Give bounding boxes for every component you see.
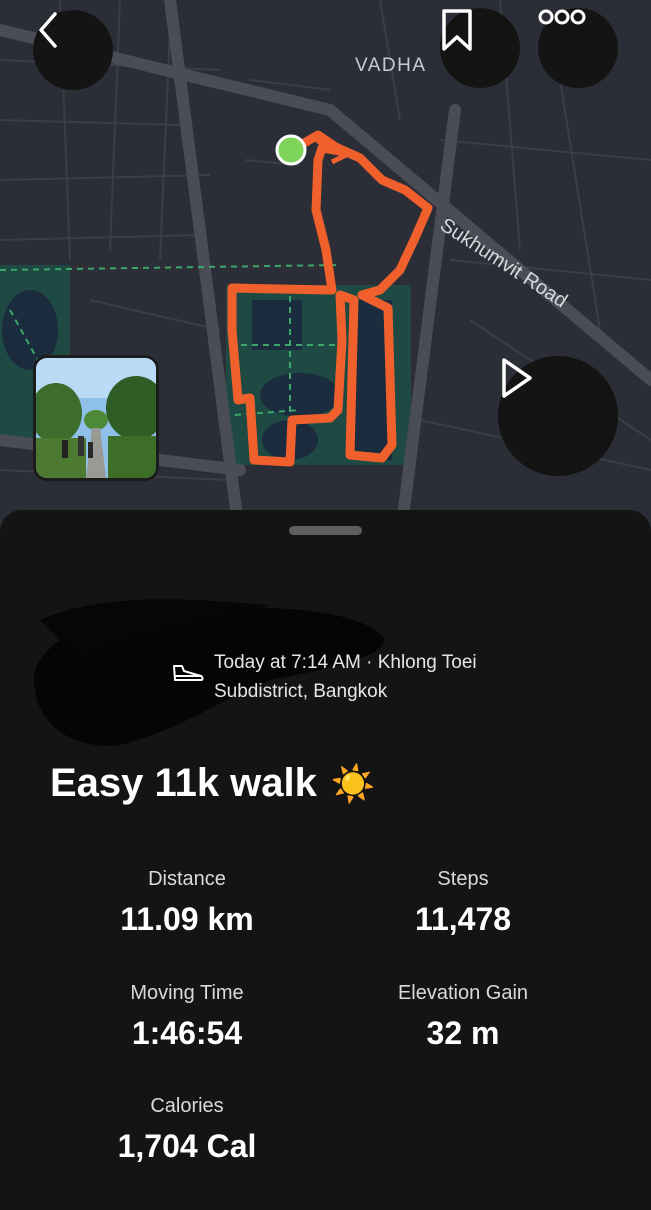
stat-distance-value: 11.09 km xyxy=(120,901,254,937)
stat-elevation-gain: Elevation Gain 32 m xyxy=(323,982,603,1052)
activity-meta: Today at 7:14 AM · Khlong Toei Subdistri… xyxy=(172,648,477,706)
stat-distance-label: Distance xyxy=(148,868,226,890)
activity-photo-thumbnail[interactable] xyxy=(33,355,159,481)
shoe-icon xyxy=(172,662,204,689)
stat-elevation-gain-value: 32 m xyxy=(426,1015,500,1051)
activity-datetime-location: Today at 7:14 AM · Khlong Toei xyxy=(214,652,477,673)
activity-location-continued: Subdistrict, Bangkok xyxy=(214,681,388,702)
more-button[interactable] xyxy=(538,8,618,88)
route-map[interactable]: VADHA Sukhumvit Road xyxy=(0,0,651,540)
sheet-drag-handle[interactable] xyxy=(289,526,362,535)
stat-moving-time: Moving Time 1:46:54 xyxy=(47,982,327,1052)
stat-steps-value: 11,478 xyxy=(414,901,512,937)
stat-steps-label: Steps xyxy=(437,868,489,890)
back-button[interactable] xyxy=(33,10,113,90)
activity-details-sheet: Today at 7:14 AM · Khlong Toei Subdistri… xyxy=(0,510,651,1210)
map-area-label: VADHA xyxy=(355,55,427,76)
route-start-marker xyxy=(275,134,307,166)
stat-distance: Distance 11.09 km xyxy=(47,868,327,938)
stat-calories: Calories 1,704 Cal xyxy=(47,1095,327,1165)
stat-moving-time-value: 1:46:54 xyxy=(131,1015,243,1051)
stat-steps: Steps 11,478 xyxy=(323,868,603,938)
activity-title: Easy 11k walk ☀️ xyxy=(50,761,376,806)
play-flyover-button[interactable] xyxy=(498,356,618,476)
stat-calories-value: 1,704 Cal xyxy=(117,1128,257,1164)
sun-emoji: ☀️ xyxy=(330,762,376,804)
photo-image xyxy=(36,358,156,478)
activity-title-text: Easy 11k walk xyxy=(50,761,317,805)
stat-elevation-gain-label: Elevation Gain xyxy=(397,982,529,1004)
stat-calories-label: Calories xyxy=(150,1095,224,1117)
stat-moving-time-label: Moving Time xyxy=(130,982,244,1004)
bookmark-button[interactable] xyxy=(440,8,520,88)
